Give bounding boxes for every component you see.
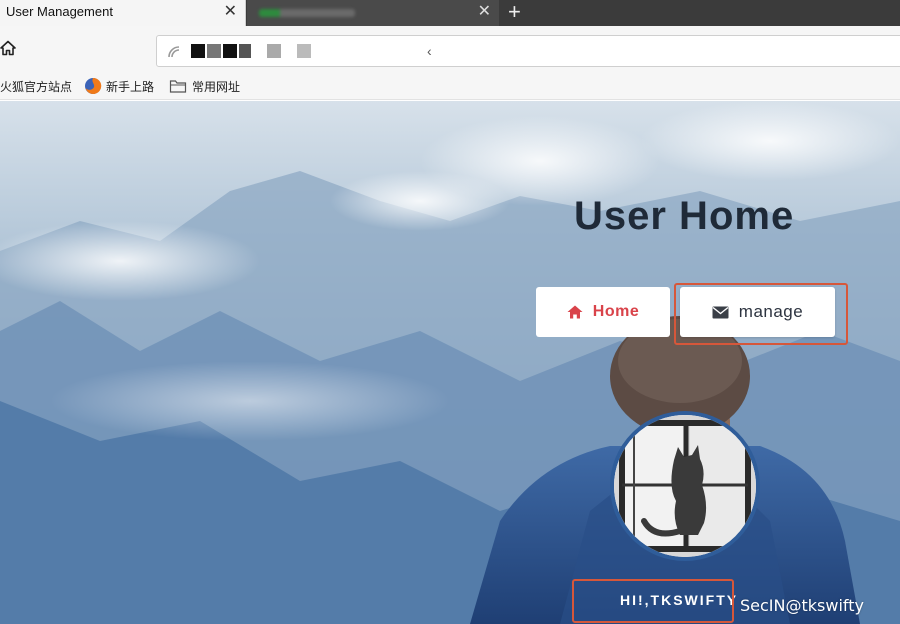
tab-redacted[interactable]: ✕ — [247, 0, 499, 26]
home-button-label: Home — [592, 303, 640, 320]
bookmark-firefox-official[interactable]: 火狐官方站点 — [0, 78, 72, 95]
manage-button-label: manage — [738, 302, 804, 321]
bookmark-getting-started[interactable]: 新手上路 — [106, 78, 154, 95]
home-button[interactable]: Home — [536, 287, 670, 337]
manage-button[interactable]: manage — [680, 287, 835, 337]
bookmark-common-sites[interactable]: 常用网址 — [192, 78, 240, 95]
greeting-text: HI!,TKSWIFTY — [620, 592, 739, 608]
envelope-icon — [712, 306, 729, 318]
avatar — [610, 411, 760, 561]
home-icon[interactable] — [0, 40, 20, 60]
page-title: User Home — [574, 194, 795, 238]
tab-strip: User Management ✕ ✕ + — [0, 0, 900, 26]
url-caret: ‹ — [427, 43, 432, 59]
folder-icon — [169, 80, 187, 93]
close-tab-icon[interactable]: ✕ — [478, 3, 491, 21]
home-icon — [567, 305, 583, 319]
close-tab-icon[interactable]: ✕ — [224, 3, 237, 21]
tab-user-management[interactable]: User Management ✕ — [0, 0, 246, 26]
url-bar[interactable]: ‹ — [156, 35, 900, 67]
page-content: User Home Home manage HI!,TKSWIFTY SecIN… — [0, 101, 900, 624]
tab-title: User Management — [6, 4, 113, 19]
firefox-icon — [85, 77, 102, 94]
background-mountain-image — [0, 101, 900, 624]
navigation-bar: ‹ — [0, 26, 900, 74]
new-tab-button[interactable]: + — [508, 0, 521, 25]
connection-icon[interactable] — [167, 45, 181, 59]
watermark: SecIN@tkswifty — [740, 596, 864, 615]
redacted-tab-title — [259, 9, 355, 17]
bookmarks-bar: 火狐官方站点 新手上路 常用网址 — [0, 74, 900, 100]
